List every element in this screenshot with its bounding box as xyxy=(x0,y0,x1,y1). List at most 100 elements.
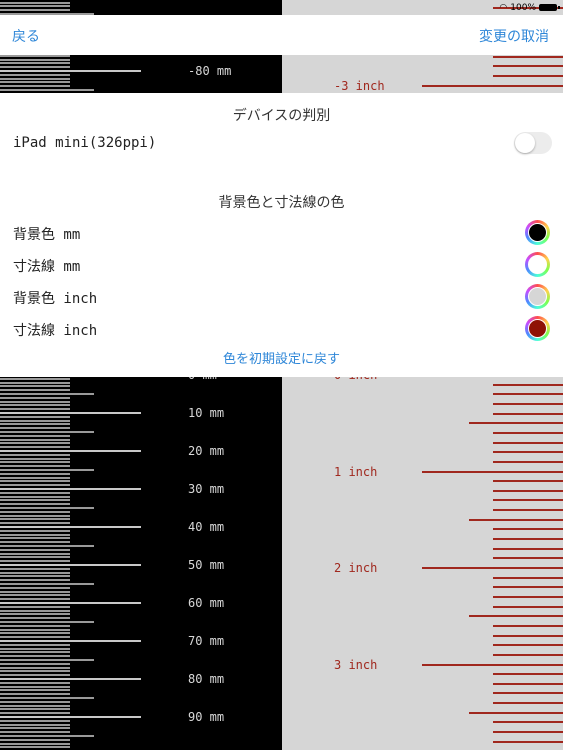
mm-tick xyxy=(0,419,70,422)
mm-tick xyxy=(0,666,70,669)
mm-tick xyxy=(0,385,70,388)
inch-tick xyxy=(493,402,563,405)
mm-tick xyxy=(0,624,70,627)
mm-tick xyxy=(0,533,70,536)
mm-tick xyxy=(0,704,70,707)
reset-colors-button[interactable]: 色を初期設定に戻す xyxy=(0,348,563,367)
mm-tick xyxy=(0,621,94,623)
inch-tick xyxy=(493,634,563,637)
mm-tick xyxy=(0,9,70,12)
mm-label: 10 mm xyxy=(188,406,225,420)
mm-tick xyxy=(0,636,70,639)
inch-tick xyxy=(493,653,563,656)
mm-tick xyxy=(0,605,70,608)
mm-tick xyxy=(0,465,70,468)
mm-tick xyxy=(0,77,70,80)
mm-tick xyxy=(0,62,70,65)
mm-tick xyxy=(0,461,70,464)
mm-tick xyxy=(0,640,141,642)
mm-tick xyxy=(0,495,70,498)
mm-tick xyxy=(0,377,70,380)
mm-tick xyxy=(0,480,70,483)
mm-tick xyxy=(0,427,70,430)
mm-tick xyxy=(0,617,70,620)
mm-tick xyxy=(0,518,70,521)
inch-tick xyxy=(493,451,563,454)
inch-tick xyxy=(469,615,563,618)
mm-label: 20 mm xyxy=(188,444,225,458)
mm-tick xyxy=(0,89,94,91)
mm-tick xyxy=(0,742,70,745)
mm-tick xyxy=(0,723,70,726)
mm-tick xyxy=(0,613,70,616)
color-swatch xyxy=(528,319,547,338)
color-well-mm-line[interactable] xyxy=(525,252,550,277)
mm-tick xyxy=(0,446,70,449)
mm-tick xyxy=(0,700,70,703)
mm-label: 50 mm xyxy=(188,558,225,572)
mm-tick xyxy=(0,674,70,677)
mm-tick xyxy=(0,491,70,494)
mm-tick xyxy=(0,81,70,84)
mm-label: 70 mm xyxy=(188,634,225,648)
back-button[interactable]: 戻る xyxy=(12,26,40,46)
mm-tick xyxy=(0,541,70,544)
inch-tick xyxy=(493,692,563,695)
mm-tick xyxy=(0,594,70,597)
inch-tick xyxy=(493,441,563,444)
mm-tick xyxy=(0,400,70,403)
mm-tick xyxy=(0,488,141,490)
color-swatch xyxy=(528,287,547,306)
mm-tick xyxy=(0,70,141,72)
mm-tick xyxy=(0,529,70,532)
inch-tick xyxy=(493,624,563,627)
inch-tick xyxy=(493,595,563,598)
mm-tick xyxy=(0,712,70,715)
settings-panel: デバイスの判別 iPad mini(326ppi) 背景色と寸法線の色 背景色 … xyxy=(0,93,563,377)
color-swatch xyxy=(528,223,547,242)
mm-tick xyxy=(0,389,70,392)
mm-tick xyxy=(0,434,70,437)
mm-tick xyxy=(0,415,70,418)
color-well-inch-background[interactable] xyxy=(525,284,550,309)
color-well-inch-line[interactable] xyxy=(525,316,550,341)
device-label: iPad mini(326ppi) xyxy=(13,135,157,151)
mm-tick xyxy=(0,548,70,551)
inch-tick xyxy=(493,576,563,579)
color-well-mm-background[interactable] xyxy=(525,220,550,245)
mm-tick xyxy=(0,5,70,8)
mm-tick xyxy=(0,583,94,585)
inch-tick xyxy=(493,557,563,560)
inch-tick xyxy=(469,711,563,714)
mm-tick xyxy=(0,643,70,646)
inch-tick xyxy=(493,509,563,512)
color-swatch xyxy=(528,255,547,274)
mm-tick xyxy=(0,484,70,487)
mm-label: 80 mm xyxy=(188,672,225,686)
mm-tick xyxy=(0,731,70,734)
mm-tick xyxy=(0,73,70,76)
inch-tick xyxy=(493,460,563,463)
device-section-title: デバイスの判別 xyxy=(232,108,331,124)
cancel-changes-button[interactable]: 変更の取消 xyxy=(479,26,549,46)
mm-tick xyxy=(0,662,70,665)
color-row-label: 背景色 inch xyxy=(13,291,98,307)
mm-tick xyxy=(0,571,70,574)
mm-tick xyxy=(0,457,70,460)
inch-tick xyxy=(493,731,563,734)
mm-tick xyxy=(0,431,94,433)
mm-tick xyxy=(0,719,70,722)
inch-tick xyxy=(493,605,563,608)
inch-tick xyxy=(493,644,563,647)
mm-label: 60 mm xyxy=(188,596,225,610)
inch-label: -3 inch xyxy=(334,78,385,93)
mm-tick xyxy=(0,575,70,578)
mm-tick xyxy=(0,735,94,737)
mm-tick xyxy=(0,693,70,696)
mm-tick xyxy=(0,590,70,593)
inch-tick xyxy=(422,470,563,473)
mm-tick xyxy=(0,659,94,661)
color-row-label: 寸法線 mm xyxy=(13,259,81,275)
device-toggle[interactable] xyxy=(514,132,552,154)
inch-tick xyxy=(493,721,563,724)
